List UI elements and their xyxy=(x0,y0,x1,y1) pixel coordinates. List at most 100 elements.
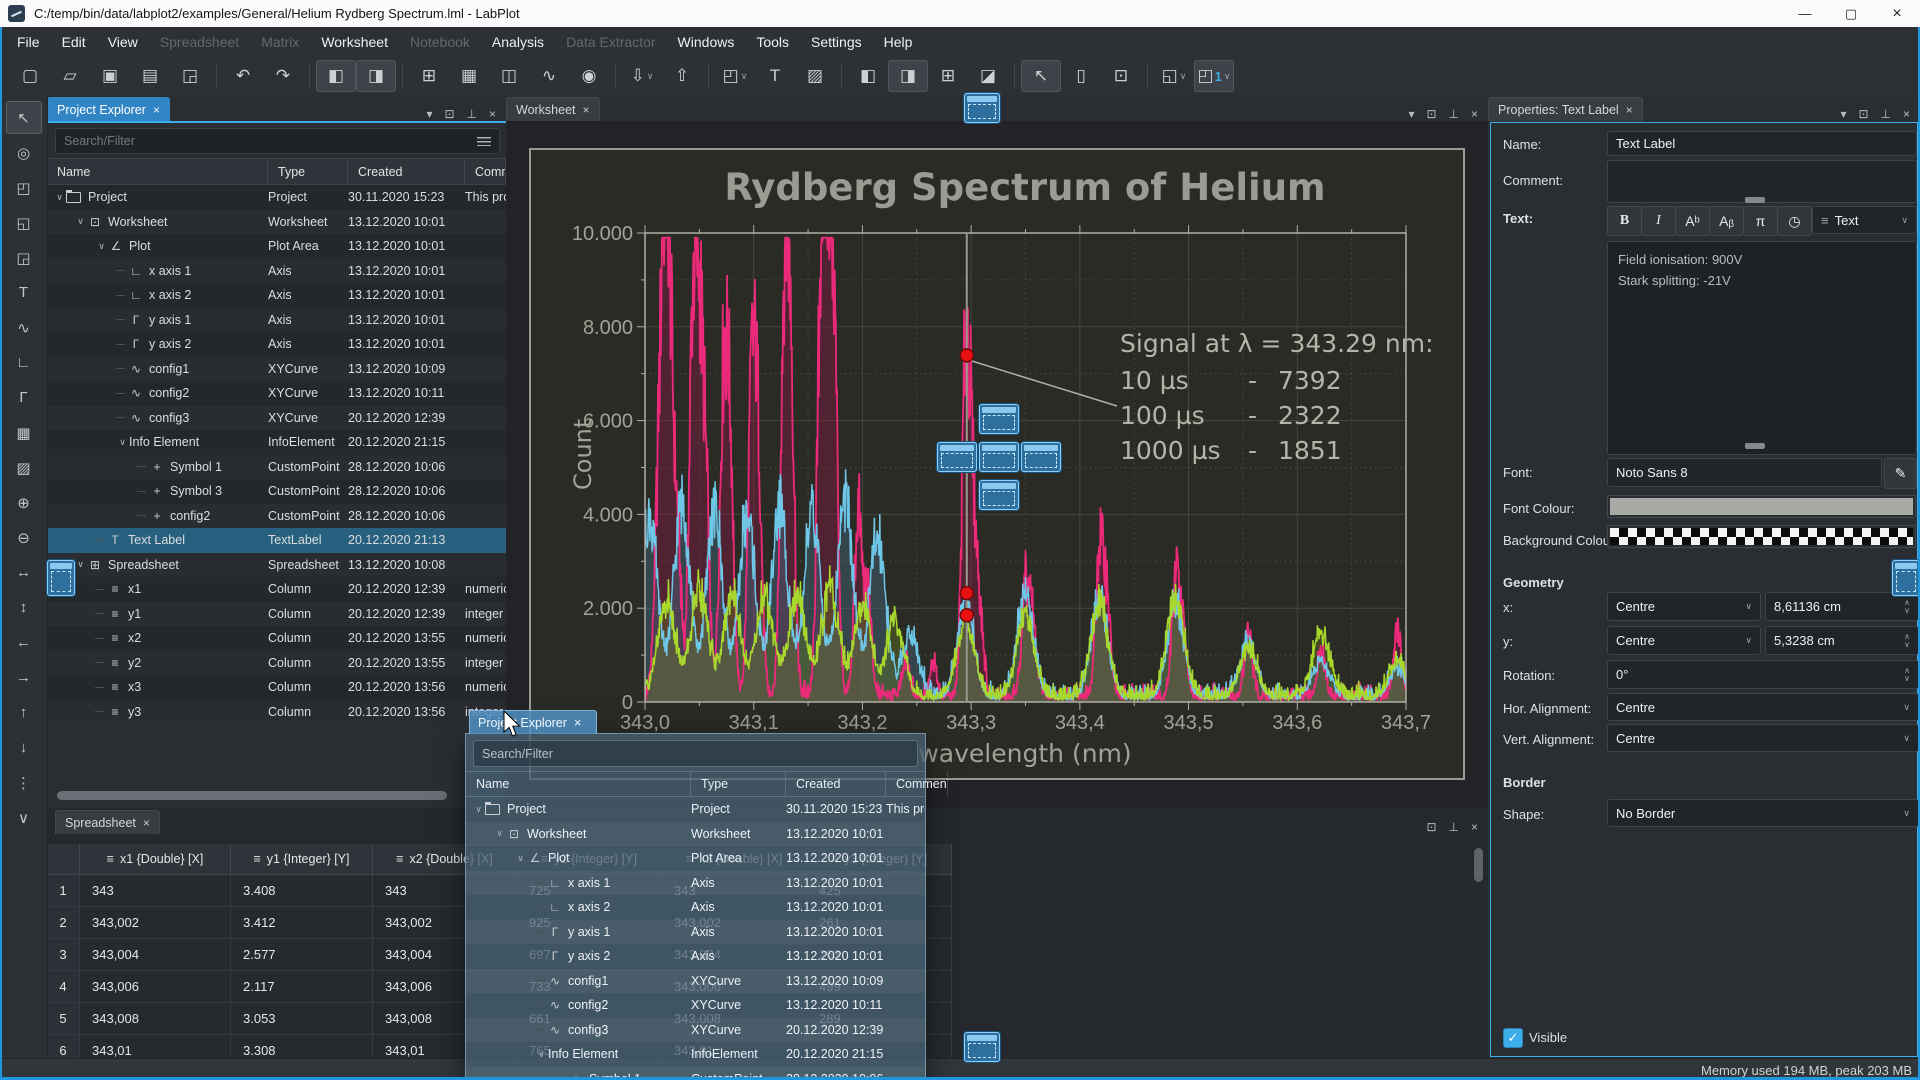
ws-scale-x-tool-icon[interactable]: ↔ xyxy=(6,556,42,589)
maximize-button[interactable]: ▢ xyxy=(1828,0,1874,27)
zoom-fit-button[interactable]: ◱∨ xyxy=(1154,60,1194,92)
menu-view[interactable]: View xyxy=(97,34,149,50)
chevron-down-icon[interactable]: ∨ xyxy=(74,559,87,570)
search-input[interactable]: Search/Filter xyxy=(55,128,500,154)
tree-row-y-axis-1[interactable]: Γy axis 1Axis13.12.2020 10:01 xyxy=(466,920,925,945)
tree-row-worksheet[interactable]: ∨⊡WorksheetWorksheet13.12.2020 10:01 xyxy=(466,822,925,847)
y-mode-dropdown[interactable]: Centre∨ xyxy=(1607,626,1761,655)
toggle-properties-explorer-button[interactable]: ◨ xyxy=(356,60,396,92)
column-header-comment[interactable]: Comment xyxy=(465,159,506,184)
y-value-spinbox[interactable]: 5,3238 cm∧∨ xyxy=(1765,626,1919,655)
tree-row-y-axis-1[interactable]: Γy axis 1Axis13.12.2020 10:01 xyxy=(47,308,506,333)
navigate-mode-button[interactable]: ▯ xyxy=(1061,60,1101,92)
new-text-label-button[interactable]: T xyxy=(755,60,795,92)
row-number[interactable]: 5 xyxy=(47,1003,80,1035)
tree-row-info-element[interactable]: ∨Info ElementInfoElement20.12.2020 21:15 xyxy=(47,430,506,455)
pin-icon[interactable]: ⊥ xyxy=(1449,107,1459,121)
chevron-down-icon[interactable]: ∨ xyxy=(116,437,129,448)
vertical-scrollbar[interactable] xyxy=(1474,848,1483,882)
tree-row-y1[interactable]: ≡y1Column20.12.2020 12:39integer da xyxy=(47,602,506,627)
dock-indicator-down-icon[interactable] xyxy=(979,480,1019,510)
row-number[interactable]: 3 xyxy=(47,939,80,971)
dock-indicator-top-icon[interactable] xyxy=(964,93,1000,123)
tree-row-worksheet[interactable]: ∨⊡WorksheetWorksheet13.12.2020 10:01 xyxy=(47,210,506,235)
tree-row-x-axis-2[interactable]: ∟x axis 2Axis13.12.2020 10:01 xyxy=(466,895,925,920)
import-button[interactable]: ⇩∨ xyxy=(622,60,662,92)
ws-zoom-out-tool-icon[interactable]: ⊖ xyxy=(6,521,42,554)
menu-analysis[interactable]: Analysis xyxy=(481,34,555,50)
chevron-down-icon[interactable]: ∨ xyxy=(74,216,87,227)
text-mode-dropdown[interactable]: ≡Text∨ xyxy=(1812,206,1917,234)
close-icon[interactable]: × xyxy=(1626,103,1633,117)
cell[interactable]: 3.408 xyxy=(231,875,373,907)
tree-row-x2[interactable]: ≡x2Column20.12.2020 13:55numerical xyxy=(47,626,506,651)
tree-row-symbol-1[interactable]: +Symbol 1CustomPoint28.12.2020 10:06 xyxy=(466,1067,925,1080)
vert-alignment-dropdown[interactable]: Centre∨ xyxy=(1607,724,1919,752)
dock-indicator-bottom-icon[interactable] xyxy=(964,1032,1000,1062)
tree-row-y2[interactable]: ≡y2Column20.12.2020 13:55integer da xyxy=(47,651,506,676)
tree-row-symbol-1[interactable]: +Symbol 1CustomPoint28.12.2020 10:06 xyxy=(47,455,506,480)
ws-shift-down-tool-icon[interactable]: ↓ xyxy=(6,731,42,764)
shape-dropdown[interactable]: No Border∨ xyxy=(1607,799,1919,827)
close-icon[interactable]: × xyxy=(574,716,581,730)
ws-shift-right-tool-icon[interactable]: → xyxy=(6,661,42,694)
pin-icon[interactable]: ⊥ xyxy=(467,107,477,121)
tree-row-x-axis-2[interactable]: ∟x axis 2Axis13.12.2020 10:01 xyxy=(47,283,506,308)
float-icon[interactable]: ⊡ xyxy=(444,107,454,121)
new-spreadsheet-button[interactable]: ⊞ xyxy=(409,60,449,92)
cell[interactable]: 343,006 xyxy=(80,971,231,1003)
cell[interactable]: 3.053 xyxy=(231,1003,373,1035)
tree-row-config1[interactable]: ∿config1XYCurve13.12.2020 10:09 xyxy=(466,969,925,994)
zoom-one-button[interactable]: ◰1∨ xyxy=(1194,60,1234,92)
background-colour-swatch[interactable] xyxy=(1607,525,1916,548)
menu-file[interactable]: File xyxy=(6,34,51,50)
superscript-button[interactable]: Aᵇ xyxy=(1675,206,1710,236)
horizontal-layout-button[interactable]: ◨ xyxy=(888,60,928,92)
tree-row-y-axis-2[interactable]: Γy axis 2Axis13.12.2020 10:01 xyxy=(47,332,506,357)
tree-row-config3[interactable]: ∿config3XYCurve20.12.2020 12:39 xyxy=(47,406,506,431)
tree-row-project[interactable]: ∨ProjectProject30.11.2020 15:23This proj… xyxy=(47,185,506,210)
row-number[interactable]: 2 xyxy=(47,907,80,939)
new-datapicker-button[interactable]: ◉ xyxy=(569,60,609,92)
pin-icon[interactable]: ⊥ xyxy=(1881,107,1891,121)
x-mode-dropdown[interactable]: Centre∨ xyxy=(1607,592,1761,621)
symbols-button[interactable]: π xyxy=(1743,206,1778,236)
vertical-layout-button[interactable]: ◧ xyxy=(848,60,888,92)
cell[interactable]: 343,008 xyxy=(80,1003,231,1035)
ws-crosshair-tool-icon[interactable]: ◎ xyxy=(6,136,42,169)
tree-row-y-axis-2[interactable]: Γy axis 2Axis13.12.2020 10:01 xyxy=(466,944,925,969)
datetime-button[interactable]: ◷ xyxy=(1777,206,1812,236)
ws-add-plot-tool-icon[interactable]: ▦ xyxy=(6,416,42,449)
cell[interactable]: 3.412 xyxy=(231,907,373,939)
column-header-0[interactable]: ≡x1 {Double} [X] xyxy=(80,844,231,875)
close-icon[interactable]: × xyxy=(583,103,590,117)
font-colour-swatch[interactable] xyxy=(1607,495,1916,518)
tree-row-text-label[interactable]: TText LabelTextLabel20.12.2020 21:13 xyxy=(47,528,506,553)
tab-properties-text-label[interactable]: Properties: Text Label × xyxy=(1488,97,1643,121)
new-image-button[interactable]: ▨ xyxy=(795,60,835,92)
float-icon[interactable]: ⊡ xyxy=(1426,820,1436,834)
menu-worksheet[interactable]: Worksheet xyxy=(310,34,399,50)
row-number[interactable]: 1 xyxy=(47,875,80,907)
close-icon[interactable]: × xyxy=(143,816,150,830)
ws-zoom-x-select-tool-icon[interactable]: ◱ xyxy=(6,206,42,239)
menu-help[interactable]: Help xyxy=(873,34,924,50)
open-project-button[interactable]: ▱ xyxy=(50,60,90,92)
new-matrix-button[interactable]: ▦ xyxy=(449,60,489,92)
visible-checkbox[interactable]: ✓ xyxy=(1503,1028,1523,1048)
bold-button[interactable]: B xyxy=(1607,206,1642,236)
new-project-button[interactable]: ▢ xyxy=(10,60,50,92)
cell[interactable]: 343 xyxy=(80,875,231,907)
floating-project-explorer[interactable]: Search/Filter Name Type Created Commen ∨… xyxy=(465,733,926,1080)
ws-zoom-y-select-tool-icon[interactable]: ◲ xyxy=(6,241,42,274)
dock-menu-icon[interactable]: ▾ xyxy=(1840,107,1846,121)
ws-scale-y-tool-icon[interactable]: ↕ xyxy=(6,591,42,624)
splitter-grip[interactable] xyxy=(1745,197,1765,203)
tree-row-y3[interactable]: ≡y3Column20.12.2020 13:56integer da xyxy=(47,700,506,725)
chevron-down-icon[interactable]: ∨ xyxy=(95,241,108,252)
italic-button[interactable]: I xyxy=(1641,206,1676,236)
ws-shift-left-tool-icon[interactable]: ← xyxy=(6,626,42,659)
ws-add-text-tool-icon[interactable]: T xyxy=(6,276,42,309)
hor-alignment-dropdown[interactable]: Centre∨ xyxy=(1607,693,1919,721)
chevron-down-icon[interactable]: ∨ xyxy=(53,192,66,203)
